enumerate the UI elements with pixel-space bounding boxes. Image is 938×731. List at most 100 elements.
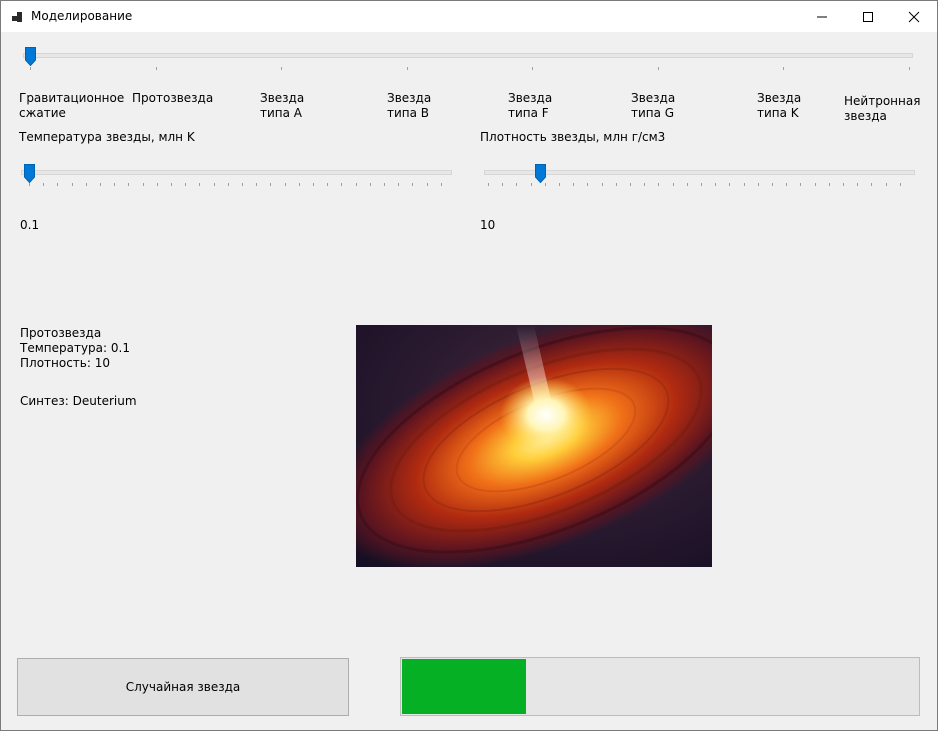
temperature-tick [100, 183, 101, 186]
stage-tick [908, 67, 910, 70]
info-density: Плотность: 10 [20, 356, 110, 370]
stage-tick [532, 67, 533, 70]
density-slider-track [484, 170, 915, 175]
temperature-tick [57, 183, 59, 186]
density-tick [899, 183, 901, 186]
temperature-tick [313, 183, 314, 186]
temperature-tick [185, 183, 187, 186]
temperature-tick [171, 183, 172, 186]
info-temperature: Температура: 0.1 [20, 341, 130, 355]
temperature-tick [355, 183, 357, 186]
temperature-label: Температура звезды, млн K [19, 130, 195, 144]
density-slider-thumb[interactable] [535, 164, 546, 183]
info-stage: Протозвезда [20, 326, 102, 340]
random-star-button[interactable]: Случайная звезда [17, 658, 349, 716]
close-button[interactable] [891, 1, 937, 32]
temperature-tick [369, 183, 371, 186]
stage-tick [783, 67, 784, 70]
density-tick [658, 183, 660, 186]
stage-label-type-b: Звезда типа B [387, 91, 432, 120]
stage-label-protostar: Протозвезда [132, 91, 214, 105]
temperature-tick [156, 183, 158, 186]
density-tick [828, 183, 830, 186]
temperature-value: 0.1 [20, 218, 40, 232]
density-tick [715, 183, 717, 186]
density-tick [871, 183, 873, 186]
density-tick [814, 183, 816, 186]
temperature-tick [412, 183, 414, 186]
density-tick [701, 183, 702, 186]
temperature-slider-thumb[interactable] [24, 164, 35, 183]
density-tick [630, 183, 631, 186]
density-tick [857, 183, 859, 186]
stage-tick [657, 67, 659, 70]
temperature-tick [128, 183, 130, 186]
title-bar[interactable]: Моделирование [1, 1, 937, 32]
density-tick [601, 183, 603, 186]
stage-label-gravitational: Гравитационное сжатие [19, 91, 125, 120]
density-tick [502, 183, 504, 186]
temperature-tick [242, 183, 243, 186]
density-tick [743, 183, 745, 186]
temperature-tick [426, 183, 428, 186]
density-tick [885, 183, 887, 186]
temperature-tick [213, 183, 215, 186]
temperature-tick [298, 183, 300, 186]
temperature-tick [384, 183, 385, 186]
density-tick [800, 183, 802, 186]
density-tick [573, 183, 575, 186]
stage-slider-thumb[interactable] [25, 47, 36, 66]
stage-label-neutron: Нейтронная звезда [844, 94, 921, 123]
window-title: Моделирование [31, 9, 133, 23]
stage-label-type-k: Звезда типа K [757, 91, 802, 120]
temperature-tick [43, 183, 45, 186]
minimize-icon [817, 16, 827, 17]
stage-label-type-a: Звезда типа A [260, 91, 305, 120]
temperature-tick [440, 183, 442, 186]
temperature-tick [85, 183, 87, 186]
density-tick [587, 183, 589, 186]
density-tick [615, 183, 617, 186]
density-tick [772, 183, 773, 186]
stage-label-type-f: Звезда типа F [508, 91, 553, 120]
temperature-tick [29, 183, 30, 186]
maximize-icon [863, 11, 873, 22]
density-value: 10 [480, 218, 496, 232]
density-tick [729, 183, 731, 186]
stage-tick [281, 67, 282, 70]
progress-bar [400, 657, 920, 716]
info-synthesis: Синтез: Deuterium [20, 394, 137, 408]
density-tick [672, 183, 674, 186]
density-tick [644, 183, 646, 186]
density-tick [516, 183, 518, 186]
maximize-button[interactable] [845, 1, 891, 32]
temperature-tick [71, 183, 73, 186]
density-tick [544, 183, 546, 186]
density-tick [786, 183, 788, 186]
temperature-tick [199, 183, 201, 186]
star-image [356, 325, 712, 567]
density-tick [686, 183, 688, 186]
app-icon [12, 11, 24, 23]
temperature-tick [284, 183, 286, 186]
temperature-tick [142, 183, 144, 186]
stage-label-type-g: Звезда типа G [631, 91, 676, 120]
stage-tick [406, 67, 408, 70]
temperature-tick [256, 183, 258, 186]
minimize-button[interactable] [799, 1, 845, 32]
temperature-tick [270, 183, 272, 186]
stage-slider[interactable] [23, 45, 915, 75]
density-tick [843, 183, 844, 186]
temperature-tick [341, 183, 343, 186]
progress-bar-fill [402, 659, 526, 714]
density-tick [757, 183, 759, 186]
temperature-slider-track [21, 170, 452, 175]
stage-tick [155, 67, 157, 70]
main-window: Моделирование Гравитационное сжатие Прот… [0, 0, 938, 731]
temperature-slider[interactable] [21, 161, 453, 191]
temperature-tick [227, 183, 229, 186]
stage-tick [30, 67, 31, 70]
stage-slider-track [23, 53, 913, 58]
density-slider[interactable] [484, 161, 917, 191]
density-tick [559, 183, 560, 186]
